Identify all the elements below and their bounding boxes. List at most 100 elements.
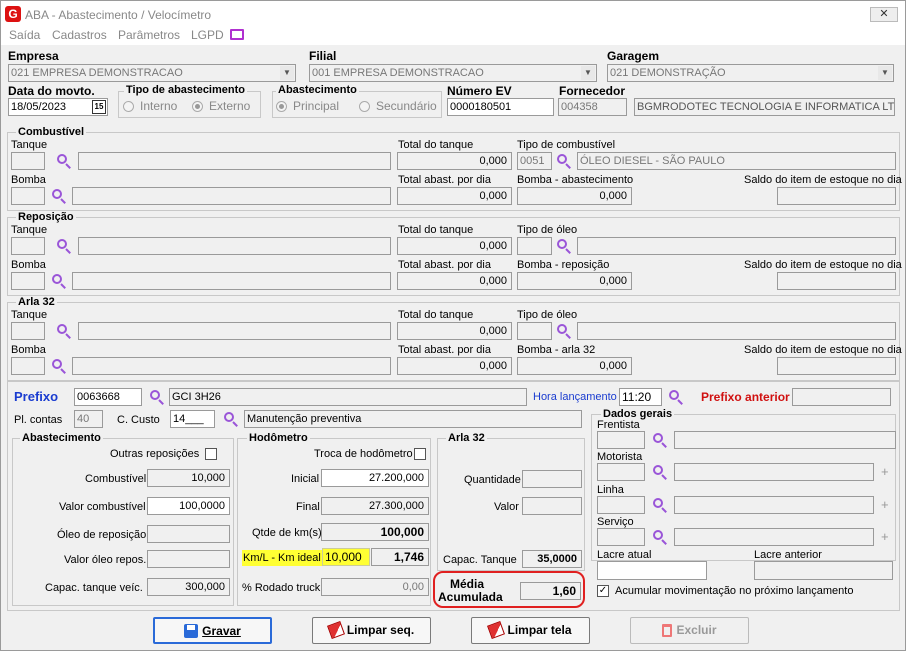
search-icon[interactable] [652, 464, 668, 480]
search-icon[interactable] [652, 529, 668, 545]
outras-checkbox[interactable] [205, 448, 217, 460]
search-icon[interactable] [556, 323, 572, 339]
excluir-button[interactable]: Excluir [630, 617, 749, 644]
close-button[interactable]: ✕ [870, 7, 898, 22]
rodado-value: 0,00 [321, 578, 429, 596]
troca-checkbox[interactable] [414, 448, 426, 460]
tanque-input[interactable] [11, 237, 45, 255]
tipo-oleo-code[interactable] [517, 237, 552, 255]
search-icon[interactable] [556, 238, 572, 254]
bomba-input[interactable] [11, 357, 45, 375]
oleo-label: Óleo de reposição [57, 529, 147, 541]
arla-title: Arla 32 [16, 296, 57, 308]
abast-title: Abastecimento [276, 84, 359, 96]
radio-interno[interactable] [123, 101, 134, 112]
menu-saida[interactable]: Saída [9, 28, 40, 42]
motorista-input[interactable] [597, 463, 645, 481]
linha-input[interactable] [597, 496, 645, 514]
gravar-button[interactable]: Gravar [153, 617, 272, 644]
empresa-select[interactable]: 021 EMPRESA DEMONSTRACAO ▼ [8, 64, 296, 82]
saldo-label: Saldo do item de estoque no dia [744, 174, 902, 186]
lacre-atual-label: Lacre atual [597, 549, 652, 561]
numero-input[interactable]: 0000180501 [447, 98, 554, 116]
menu-parametros[interactable]: Parâmetros [118, 28, 180, 42]
search-icon[interactable] [56, 323, 72, 339]
tipo-oleo-label: Tipo de óleo [517, 309, 578, 321]
bomba-desc [72, 272, 391, 290]
acumular-label: Acumular movimentação no próximo lançame… [615, 585, 854, 597]
search-icon[interactable] [556, 153, 572, 169]
radio-secundario[interactable] [359, 101, 370, 112]
data-input[interactable]: 18/05/2023 15 [8, 98, 108, 116]
saldo-value [777, 272, 896, 290]
menu-lgpd[interactable]: LGPD [191, 28, 224, 42]
qtde-value: 100,000 [321, 523, 429, 541]
radio-principal[interactable] [276, 101, 287, 112]
abastecimento-title: Abastecimento [20, 432, 103, 444]
limpar-seq-button[interactable]: Limpar seq. [312, 617, 431, 644]
prefixo-input[interactable]: 0063668 [74, 388, 142, 406]
menu-cadastros[interactable]: Cadastros [52, 28, 107, 42]
search-icon[interactable] [668, 389, 684, 405]
search-icon[interactable] [51, 273, 67, 289]
hora-label: Hora lançamento [533, 391, 617, 403]
total-dia-label: Total abast. por dia [398, 174, 491, 186]
save-icon [184, 624, 199, 638]
oleo-value [147, 525, 230, 543]
radio-externo[interactable] [192, 101, 203, 112]
final-label: Final [296, 501, 320, 513]
search-icon[interactable] [51, 358, 67, 374]
limpar-tela-button[interactable]: Limpar tela [471, 617, 590, 644]
chevron-down-icon: ▼ [581, 66, 595, 80]
search-icon[interactable] [652, 432, 668, 448]
plus-icon[interactable]: + [881, 464, 889, 479]
capac-tanque-value: 35,0000 [522, 550, 582, 568]
tipo-oleo-code[interactable] [517, 322, 552, 340]
tipo-oleo-name [577, 237, 896, 255]
kml-ideal-input[interactable]: 10,000 [322, 548, 370, 566]
servico-input[interactable] [597, 528, 645, 546]
plus-icon[interactable]: + [881, 497, 889, 512]
frentista-input[interactable] [597, 431, 645, 449]
ccusto-input[interactable]: 14___ [170, 410, 215, 428]
valor-comb-input[interactable]: 100,0000 [147, 497, 230, 515]
qtde-label: Qtde de km(s) [252, 527, 322, 539]
total-dia-value: 0,000 [397, 187, 512, 205]
capac-label: Capac. tanque veíc. [45, 582, 143, 594]
search-icon[interactable] [149, 389, 165, 405]
total-dia-label: Total abast. por dia [398, 344, 491, 356]
bomba-rep-label: Bomba - reposição [517, 259, 610, 271]
main-window: G ABA - Abastecimento / Velocímetro ✕ Sa… [0, 0, 906, 651]
servico-name [674, 528, 874, 546]
lacre-atual-input[interactable] [597, 561, 707, 580]
eraser-icon [487, 621, 506, 639]
acumular-checkbox[interactable]: ✓ [597, 585, 609, 597]
valor-oleo-value [147, 550, 230, 568]
tipo-combustivel-code[interactable]: 0051 [517, 152, 552, 170]
saldo-label: Saldo do item de estoque no dia [744, 344, 902, 356]
search-icon[interactable] [56, 238, 72, 254]
troca-label: Troca de hodômetro [314, 448, 413, 460]
bomba-input[interactable] [11, 187, 45, 205]
garagem-select[interactable]: 021 DEMONSTRAÇÃO ▼ [607, 64, 894, 82]
search-icon[interactable] [223, 411, 239, 427]
search-icon[interactable] [56, 153, 72, 169]
search-icon[interactable] [652, 497, 668, 513]
bomba-input[interactable] [11, 272, 45, 290]
plus-icon[interactable]: + [881, 529, 889, 544]
hora-input[interactable]: 11:20 [619, 388, 662, 406]
monitor-icon[interactable] [230, 29, 244, 40]
inicial-input[interactable]: 27.200,000 [321, 469, 429, 487]
filial-select[interactable]: 001 EMPRESA DEMONSTRACAO ▼ [309, 64, 597, 82]
arla-box-title: Arla 32 [446, 432, 487, 444]
eraser-icon [326, 621, 345, 639]
bomba-arla-label: Bomba - arla 32 [517, 344, 596, 356]
tanque-input[interactable] [11, 152, 45, 170]
tanque-input[interactable] [11, 322, 45, 340]
motorista-name [674, 463, 874, 481]
fornecedor-name: BGMRODOTEC TECNOLOGIA E INFORMATICA LTDA [634, 98, 895, 116]
search-icon[interactable] [51, 188, 67, 204]
valor-value [522, 497, 582, 515]
fornecedor-code[interactable]: 004358 [558, 98, 627, 116]
calendar-icon[interactable]: 15 [92, 100, 106, 114]
